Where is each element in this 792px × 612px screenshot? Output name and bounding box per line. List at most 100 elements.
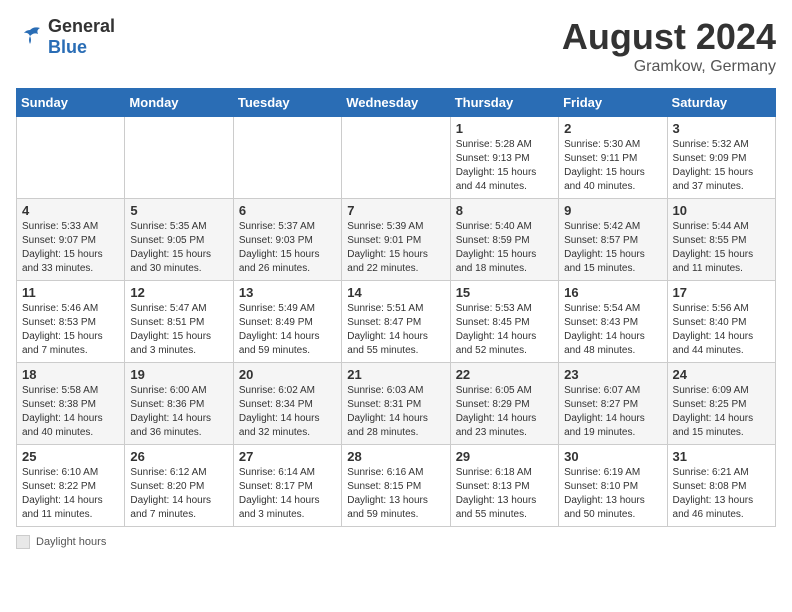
calendar-cell bbox=[233, 117, 341, 199]
logo-blue: Blue bbox=[48, 37, 87, 57]
day-info: Sunrise: 6:21 AM Sunset: 8:08 PM Dayligh… bbox=[673, 466, 770, 522]
calendar-cell: 7 Sunrise: 5:39 AM Sunset: 9:01 PM Daylig… bbox=[342, 199, 450, 281]
day-info: Sunrise: 5:58 AM Sunset: 8:38 PM Dayligh… bbox=[22, 384, 119, 440]
page-header: General Blue August 2024 Gramkow, German… bbox=[16, 16, 776, 76]
calendar-cell: 12Sunrise: 5:47 AM Sunset: 8:51 PM Dayli… bbox=[125, 281, 233, 363]
calendar-cell: 20 Sunrise: 6:02 AM Sunset: 8:34 PM Dayli… bbox=[233, 363, 341, 445]
day-info: Sunrise: 6:18 AM Sunset: 8:13 PM Dayligh… bbox=[456, 466, 553, 522]
calendar-week-row: 11Sunrise: 5:46 AM Sunset: 8:53 PM Dayli… bbox=[17, 281, 776, 363]
day-number: 14 bbox=[347, 285, 444, 300]
calendar-cell: 17 Sunrise: 5:56 AM Sunset: 8:40 PM Dayli… bbox=[667, 281, 775, 363]
day-number: 12 bbox=[130, 285, 227, 300]
day-info: Sunrise: 5:44 AM Sunset: 8:55 PM Dayligh… bbox=[673, 220, 770, 276]
day-info: Sunrise: 6:03 AM Sunset: 8:31 PM Dayligh… bbox=[347, 384, 444, 440]
calendar-week-row: 25Sunrise: 6:10 AM Sunset: 8:22 PM Dayli… bbox=[17, 445, 776, 527]
day-number: 1 bbox=[456, 121, 553, 136]
header-monday: Monday bbox=[125, 89, 233, 117]
title-block: August 2024 Gramkow, Germany bbox=[562, 16, 776, 76]
calendar-cell: 22 Sunrise: 6:05 AM Sunset: 8:29 PM Dayli… bbox=[450, 363, 558, 445]
calendar-cell: 14 Sunrise: 5:51 AM Sunset: 8:47 PM Dayli… bbox=[342, 281, 450, 363]
calendar-cell: 27 Sunrise: 6:14 AM Sunset: 8:17 PM Dayli… bbox=[233, 445, 341, 527]
day-number: 29 bbox=[456, 449, 553, 464]
day-number: 10 bbox=[673, 203, 770, 218]
calendar-cell bbox=[17, 117, 125, 199]
day-number: 6 bbox=[239, 203, 336, 218]
calendar-cell: 18 Sunrise: 5:58 AM Sunset: 8:38 PM Dayli… bbox=[17, 363, 125, 445]
day-number: 15 bbox=[456, 285, 553, 300]
calendar-cell: 2Sunrise: 5:30 AM Sunset: 9:11 PM Daylig… bbox=[559, 117, 667, 199]
day-number: 19 bbox=[130, 367, 227, 382]
calendar-cell: 25Sunrise: 6:10 AM Sunset: 8:22 PM Dayli… bbox=[17, 445, 125, 527]
day-info: Sunrise: 6:09 AM Sunset: 8:25 PM Dayligh… bbox=[673, 384, 770, 440]
calendar-cell: 6 Sunrise: 5:37 AM Sunset: 9:03 PM Daylig… bbox=[233, 199, 341, 281]
calendar-cell: 13 Sunrise: 5:49 AM Sunset: 8:49 PM Dayli… bbox=[233, 281, 341, 363]
day-number: 8 bbox=[456, 203, 553, 218]
day-info: Sunrise: 6:07 AM Sunset: 8:27 PM Dayligh… bbox=[564, 384, 661, 440]
calendar-week-row: 4Sunrise: 5:33 AM Sunset: 9:07 PM Daylig… bbox=[17, 199, 776, 281]
day-number: 13 bbox=[239, 285, 336, 300]
calendar-cell: 26Sunrise: 6:12 AM Sunset: 8:20 PM Dayli… bbox=[125, 445, 233, 527]
day-info: Sunrise: 5:37 AM Sunset: 9:03 PM Dayligh… bbox=[239, 220, 336, 276]
calendar-header-row: SundayMondayTuesdayWednesdayThursdayFrid… bbox=[17, 89, 776, 117]
calendar-cell: 8Sunrise: 5:40 AM Sunset: 8:59 PM Daylig… bbox=[450, 199, 558, 281]
day-info: Sunrise: 5:32 AM Sunset: 9:09 PM Dayligh… bbox=[673, 138, 770, 194]
day-number: 24 bbox=[673, 367, 770, 382]
day-number: 23 bbox=[564, 367, 661, 382]
calendar-table: SundayMondayTuesdayWednesdayThursdayFrid… bbox=[16, 88, 776, 527]
calendar-cell: 16Sunrise: 5:54 AM Sunset: 8:43 PM Dayli… bbox=[559, 281, 667, 363]
calendar-cell: 1Sunrise: 5:28 AM Sunset: 9:13 PM Daylig… bbox=[450, 117, 558, 199]
day-info: Sunrise: 5:51 AM Sunset: 8:47 PM Dayligh… bbox=[347, 302, 444, 358]
month-year-title: August 2024 bbox=[562, 16, 776, 58]
header-thursday: Thursday bbox=[450, 89, 558, 117]
day-info: Sunrise: 5:56 AM Sunset: 8:40 PM Dayligh… bbox=[673, 302, 770, 358]
day-number: 20 bbox=[239, 367, 336, 382]
logo-bird-icon bbox=[16, 26, 44, 48]
day-number: 21 bbox=[347, 367, 444, 382]
header-wednesday: Wednesday bbox=[342, 89, 450, 117]
calendar-cell: 15Sunrise: 5:53 AM Sunset: 8:45 PM Dayli… bbox=[450, 281, 558, 363]
calendar-week-row: 18 Sunrise: 5:58 AM Sunset: 8:38 PM Dayli… bbox=[17, 363, 776, 445]
day-info: Sunrise: 6:14 AM Sunset: 8:17 PM Dayligh… bbox=[239, 466, 336, 522]
calendar-cell: 5Sunrise: 5:35 AM Sunset: 9:05 PM Daylig… bbox=[125, 199, 233, 281]
calendar-cell: 19 Sunrise: 6:00 AM Sunset: 8:36 PM Dayli… bbox=[125, 363, 233, 445]
calendar-cell: 9Sunrise: 5:42 AM Sunset: 8:57 PM Daylig… bbox=[559, 199, 667, 281]
day-info: Sunrise: 5:39 AM Sunset: 9:01 PM Dayligh… bbox=[347, 220, 444, 276]
day-number: 30 bbox=[564, 449, 661, 464]
day-number: 26 bbox=[130, 449, 227, 464]
calendar-cell bbox=[125, 117, 233, 199]
day-number: 18 bbox=[22, 367, 119, 382]
header-tuesday: Tuesday bbox=[233, 89, 341, 117]
day-number: 5 bbox=[130, 203, 227, 218]
day-info: Sunrise: 6:10 AM Sunset: 8:22 PM Dayligh… bbox=[22, 466, 119, 522]
day-info: Sunrise: 5:33 AM Sunset: 9:07 PM Dayligh… bbox=[22, 220, 119, 276]
calendar-cell: 30Sunrise: 6:19 AM Sunset: 8:10 PM Dayli… bbox=[559, 445, 667, 527]
day-info: Sunrise: 5:49 AM Sunset: 8:49 PM Dayligh… bbox=[239, 302, 336, 358]
calendar-cell: 24 Sunrise: 6:09 AM Sunset: 8:25 PM Dayli… bbox=[667, 363, 775, 445]
header-friday: Friday bbox=[559, 89, 667, 117]
day-info: Sunrise: 6:16 AM Sunset: 8:15 PM Dayligh… bbox=[347, 466, 444, 522]
day-number: 3 bbox=[673, 121, 770, 136]
day-number: 22 bbox=[456, 367, 553, 382]
calendar-cell: 4Sunrise: 5:33 AM Sunset: 9:07 PM Daylig… bbox=[17, 199, 125, 281]
calendar-cell: 11Sunrise: 5:46 AM Sunset: 8:53 PM Dayli… bbox=[17, 281, 125, 363]
daylight-legend-label: Daylight hours bbox=[36, 536, 106, 548]
logo-general: General bbox=[48, 16, 115, 36]
logo: General Blue bbox=[16, 16, 115, 58]
day-info: Sunrise: 5:30 AM Sunset: 9:11 PM Dayligh… bbox=[564, 138, 661, 194]
day-info: Sunrise: 6:00 AM Sunset: 8:36 PM Dayligh… bbox=[130, 384, 227, 440]
day-info: Sunrise: 6:05 AM Sunset: 8:29 PM Dayligh… bbox=[456, 384, 553, 440]
calendar-cell: 28 Sunrise: 6:16 AM Sunset: 8:15 PM Dayli… bbox=[342, 445, 450, 527]
daylight-legend-box bbox=[16, 535, 30, 549]
calendar-cell: 23 Sunrise: 6:07 AM Sunset: 8:27 PM Dayli… bbox=[559, 363, 667, 445]
day-number: 28 bbox=[347, 449, 444, 464]
day-info: Sunrise: 6:02 AM Sunset: 8:34 PM Dayligh… bbox=[239, 384, 336, 440]
day-number: 27 bbox=[239, 449, 336, 464]
calendar-cell: 21 Sunrise: 6:03 AM Sunset: 8:31 PM Dayli… bbox=[342, 363, 450, 445]
day-number: 7 bbox=[347, 203, 444, 218]
calendar-week-row: 1Sunrise: 5:28 AM Sunset: 9:13 PM Daylig… bbox=[17, 117, 776, 199]
day-info: Sunrise: 5:42 AM Sunset: 8:57 PM Dayligh… bbox=[564, 220, 661, 276]
calendar-cell: 31Sunrise: 6:21 AM Sunset: 8:08 PM Dayli… bbox=[667, 445, 775, 527]
day-number: 16 bbox=[564, 285, 661, 300]
day-number: 17 bbox=[673, 285, 770, 300]
day-number: 11 bbox=[22, 285, 119, 300]
